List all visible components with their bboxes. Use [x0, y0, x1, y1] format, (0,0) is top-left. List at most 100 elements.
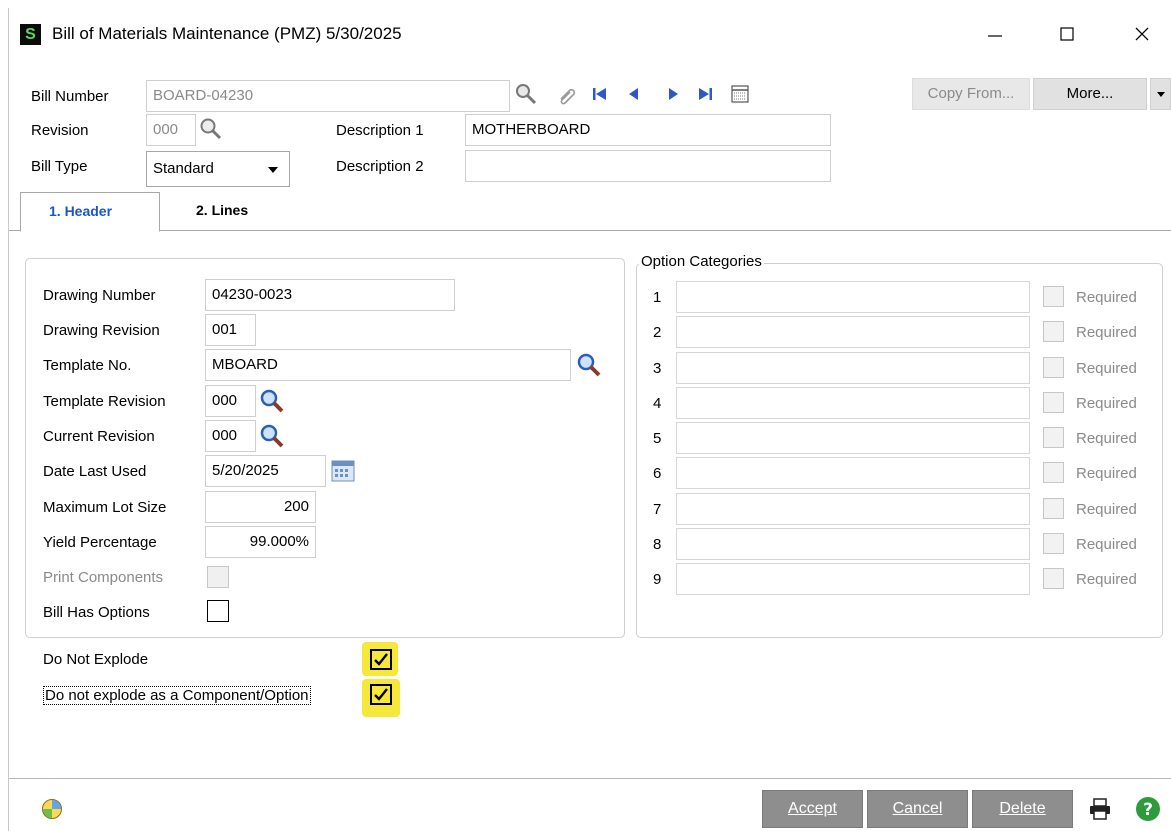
required-checkbox[interactable] [1043, 497, 1064, 519]
calendar-icon[interactable] [330, 459, 356, 483]
maximize-button[interactable] [1047, 18, 1087, 50]
required-checkbox[interactable] [1043, 391, 1064, 413]
more-button[interactable]: More... [1033, 78, 1147, 110]
print-icon[interactable] [1087, 796, 1113, 822]
date-last-used-field[interactable]: 5/20/2025 [205, 455, 326, 487]
required-checkbox[interactable] [1043, 356, 1064, 378]
current-revision-field[interactable]: 000 [205, 420, 256, 452]
checkmark-icon [374, 653, 388, 666]
option-category-number: 5 [653, 430, 662, 447]
checkmark-icon [374, 688, 388, 701]
footer-divider [9, 778, 1171, 779]
bill-has-options-checkbox[interactable] [207, 600, 229, 622]
template-revision-label: Template Revision [43, 393, 166, 410]
more-dropdown-button[interactable] [1150, 78, 1171, 110]
do-not-explode-component-label: Do not explode as a Component/Option [43, 686, 311, 705]
description2-field[interactable] [465, 150, 831, 182]
required-checkbox[interactable] [1043, 532, 1064, 554]
search-icon[interactable] [514, 82, 538, 106]
minimize-icon [988, 35, 1002, 37]
option-category-number: 8 [653, 535, 662, 553]
revision-search-icon[interactable] [198, 116, 224, 142]
max-lot-size-label: Maximum Lot Size [43, 499, 167, 516]
tab-lines[interactable]: 2. Lines [182, 192, 292, 232]
template-no-field[interactable]: MBOARD [205, 349, 571, 381]
delete-label: Delete [999, 800, 1046, 817]
option-category-number: 6 [653, 465, 662, 483]
bill-type-value: Standard [153, 160, 214, 177]
option-category-field[interactable] [676, 351, 1030, 384]
description1-label: Description 1 [336, 122, 424, 139]
maximize-icon [1060, 27, 1074, 41]
accept-label: Accept [788, 800, 837, 817]
required-label: Required [1076, 289, 1137, 306]
max-lot-size-field[interactable]: 200 [205, 491, 316, 523]
option-category-number: 3 [653, 359, 662, 377]
option-category-field[interactable] [676, 316, 1030, 349]
required-checkbox[interactable] [1043, 462, 1064, 484]
bill-type-label: Bill Type [31, 158, 88, 175]
option-category-field[interactable] [676, 492, 1030, 525]
required-label: Required [1076, 535, 1137, 553]
required-checkbox[interactable] [1043, 286, 1064, 307]
bill-type-select[interactable]: Standard [146, 151, 290, 187]
option-category-field[interactable] [676, 281, 1030, 313]
current-revision-search-icon[interactable] [258, 422, 286, 450]
option-category-field[interactable] [676, 386, 1030, 419]
required-label: Required [1076, 324, 1137, 342]
paperclip-icon[interactable] [554, 82, 578, 106]
background-strip [0, 0, 1171, 10]
copy-from-button[interactable]: Copy From... [912, 78, 1030, 110]
first-record-icon[interactable] [590, 84, 610, 104]
yield-percentage-field[interactable]: 99.000% [205, 526, 316, 558]
drawing-number-field[interactable]: 04230-0023 [205, 279, 455, 311]
do-not-explode-label: Do Not Explode [43, 651, 149, 668]
required-checkbox[interactable] [1043, 427, 1064, 448]
help-orb-icon[interactable] [40, 797, 64, 821]
print-components-label: Print Components [43, 569, 164, 586]
required-checkbox[interactable] [1043, 568, 1064, 589]
option-category-field[interactable] [676, 527, 1030, 560]
option-category-number: 4 [653, 394, 662, 412]
template-revision-field[interactable]: 000 [205, 385, 256, 417]
option-category-field[interactable] [676, 457, 1030, 490]
revision-label: Revision [31, 122, 89, 139]
list-icon[interactable] [729, 83, 751, 105]
accept-button[interactable]: Accept [762, 790, 863, 828]
minimize-button[interactable] [975, 18, 1015, 50]
tab-lines-label: 2. Lines [196, 202, 249, 218]
option-category-number: 9 [653, 571, 662, 588]
template-search-icon[interactable] [575, 351, 603, 379]
next-record-icon[interactable] [663, 84, 683, 104]
cancel-button[interactable]: Cancel [867, 790, 968, 828]
do-not-explode-checkbox[interactable] [370, 649, 392, 670]
option-category-number: 1 [653, 289, 662, 306]
option-category-field[interactable] [676, 563, 1030, 595]
yield-percentage-label: Yield Percentage [43, 534, 157, 551]
option-category-field[interactable] [676, 422, 1030, 454]
current-revision-label: Current Revision [43, 428, 155, 445]
close-button[interactable] [1122, 18, 1162, 50]
app-icon: S [20, 24, 41, 45]
do-not-explode-component-checkbox[interactable] [370, 684, 392, 705]
template-no-label: Template No. [43, 357, 132, 374]
bill-number-field[interactable]: BOARD-04230 [146, 80, 510, 112]
last-record-icon[interactable] [695, 84, 715, 104]
option-category-number: 7 [653, 500, 662, 518]
tab-header[interactable]: 1. Header [20, 192, 160, 232]
template-revision-search-icon[interactable] [258, 387, 286, 415]
cancel-label: Cancel [892, 800, 943, 817]
help-icon[interactable]: ? [1133, 794, 1163, 824]
close-icon [1135, 27, 1149, 41]
revision-field[interactable]: 000 [146, 114, 196, 146]
bill-number-label: Bill Number [31, 88, 109, 105]
drawing-revision-field[interactable]: 001 [205, 314, 256, 346]
option-category-number: 2 [653, 324, 662, 342]
chevron-down-icon [1156, 92, 1165, 97]
required-checkbox[interactable] [1043, 321, 1064, 343]
delete-button[interactable]: Delete [972, 790, 1073, 828]
previous-record-icon[interactable] [624, 84, 644, 104]
description1-field[interactable]: MOTHERBOARD [465, 114, 831, 146]
option-categories-title: Option Categories [639, 253, 764, 270]
window-title: Bill of Materials Maintenance (PMZ) 5/30… [52, 24, 402, 43]
